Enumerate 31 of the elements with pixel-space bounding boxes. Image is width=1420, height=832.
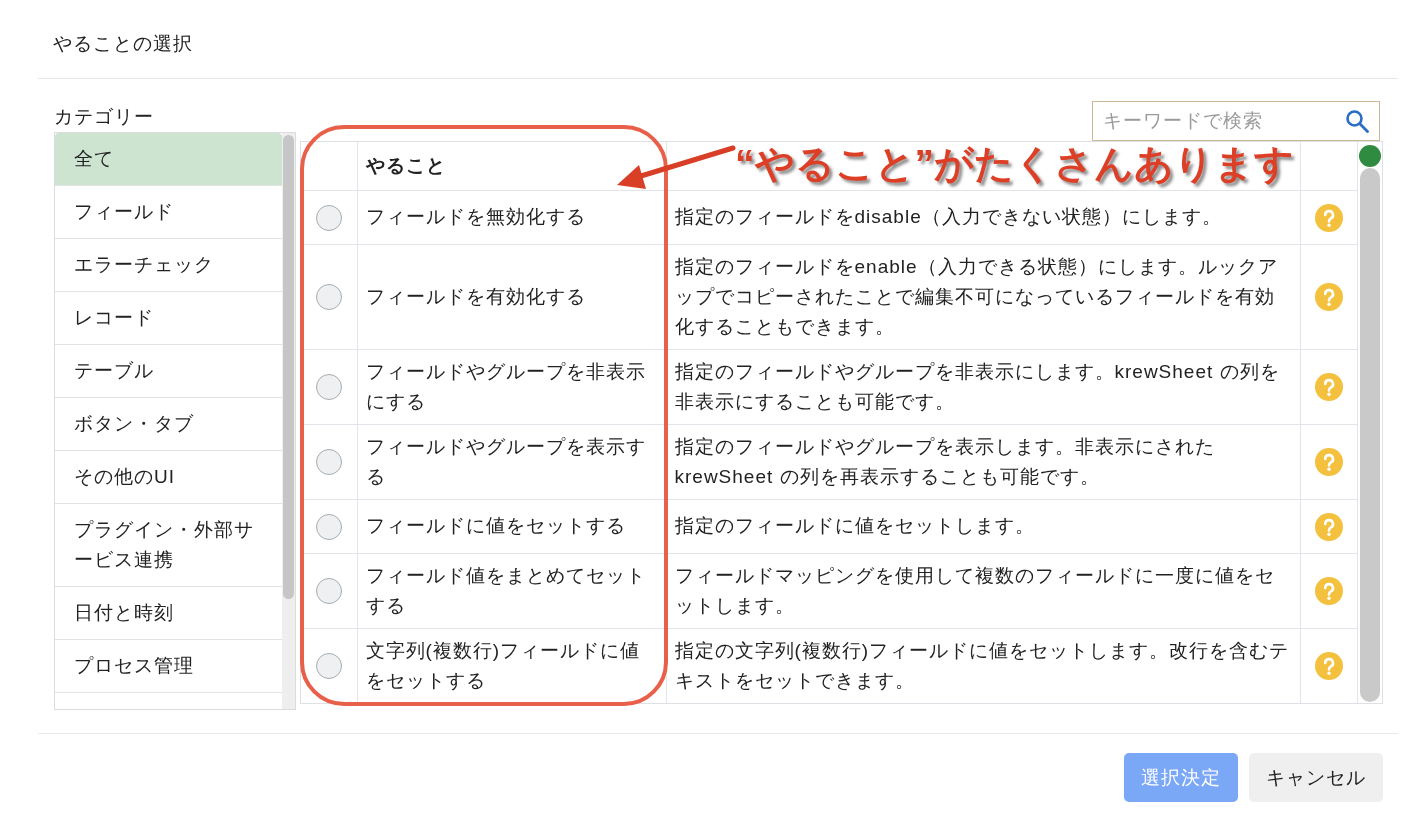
help-icon[interactable] <box>1314 577 1343 606</box>
help-icon[interactable] <box>1314 204 1343 232</box>
category-label: カテゴリー <box>54 105 154 129</box>
help-icon[interactable] <box>1314 283 1343 312</box>
dot-icon <box>1359 145 1381 167</box>
table-cell: 指定のフィールドをdisable（入力できない状態）にします。 <box>666 190 1300 244</box>
radio-button[interactable] <box>315 653 342 680</box>
table-cell: 指定のフィールドをenable（入力できる状態）にします。ルックアップでコピーされたことで編集不可になっているフィールドを有効化することもできます。 <box>666 244 1300 349</box>
search-icon[interactable] <box>1345 109 1369 133</box>
radio-button[interactable] <box>315 514 342 540</box>
help-icon[interactable] <box>1314 448 1343 477</box>
search-field[interactable]: キーワードで検索 <box>1092 101 1380 141</box>
search-input[interactable]: キーワードで検索 <box>1103 110 1345 132</box>
annotation-text: “やること”がたくさんあります <box>735 141 1294 187</box>
table-cell: 指定のフィールドやグループを表示します。非表示にされた krewSheet の列を再表示することも可能です。 <box>666 424 1300 499</box>
table-cell: フィールドマッピングを使用して複数のフィールドに一度に値をセットします。 <box>666 553 1300 628</box>
help-icon[interactable] <box>1314 652 1343 681</box>
cancel-button[interactable]: キャンセル <box>1249 753 1383 802</box>
table-cell: 指定のフィールドやグループを非表示にします。krewSheet の列を非表示にすることも可能です。 <box>666 349 1300 424</box>
help-icon[interactable] <box>1314 513 1343 541</box>
scrollbar-thumb[interactable] <box>1360 168 1380 702</box>
radio-button[interactable] <box>315 374 342 401</box>
radio-button[interactable] <box>315 284 342 311</box>
dialog-title: やることの選択 <box>53 32 193 56</box>
help-icon[interactable] <box>1314 373 1343 402</box>
scrollbar-thumb[interactable] <box>283 135 294 599</box>
category-item[interactable]: 全て <box>55 133 282 186</box>
radio-button[interactable] <box>315 205 342 231</box>
radio-button[interactable] <box>315 449 342 476</box>
radio-button[interactable] <box>315 578 342 605</box>
table-cell: 指定のフィールドに値をセットします。 <box>666 499 1300 553</box>
